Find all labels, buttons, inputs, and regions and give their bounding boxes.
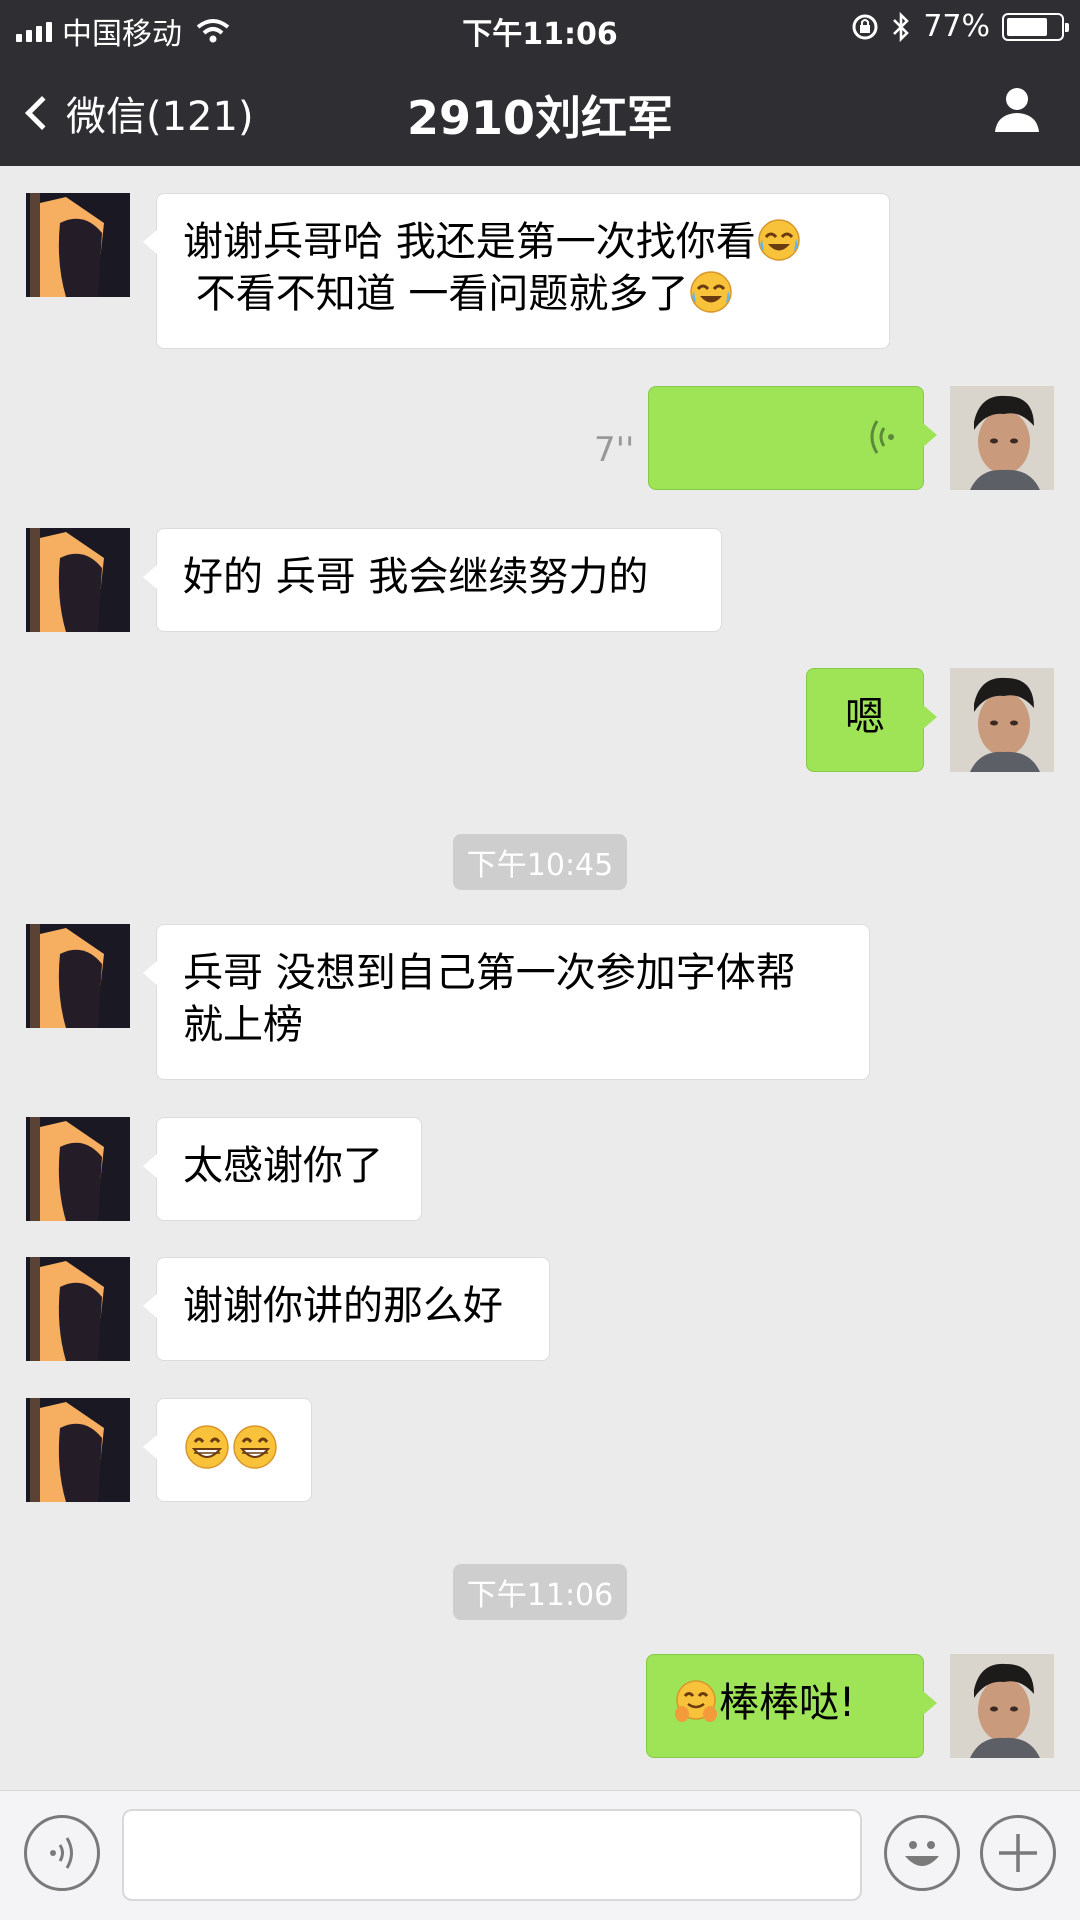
nav-bar: 微信(121) 2910刘红军	[0, 54, 1080, 166]
my-avatar[interactable]	[950, 668, 1054, 772]
avatar-image	[26, 193, 130, 297]
avatar-image	[26, 924, 130, 1028]
message-text: 太感谢你了	[183, 1143, 383, 1189]
more-button[interactable]	[980, 1815, 1056, 1891]
top-bar: 中国移动 下午11:06 77% 微信(121) 2910刘红军	[0, 0, 1080, 166]
friend-avatar[interactable]	[26, 1398, 130, 1502]
status-right: 77%	[851, 9, 1069, 44]
emoji-button[interactable]	[884, 1815, 960, 1891]
message-bubble-incoming[interactable]: 太感谢你了	[143, 1117, 422, 1221]
voice-wave-icon	[870, 420, 894, 454]
message-bubble-incoming[interactable]: 兵哥 没想到自己第一次参加字体帮 就上榜	[143, 924, 870, 1080]
friend-avatar[interactable]	[26, 1117, 130, 1221]
friend-avatar[interactable]	[26, 193, 130, 297]
message-text: 嗯	[845, 694, 885, 740]
message-bubble-outgoing[interactable]: 嗯	[806, 668, 937, 772]
avatar-image	[26, 1117, 130, 1221]
voice-message-bubble[interactable]	[648, 386, 937, 490]
input-bar	[0, 1790, 1080, 1920]
avatar-image	[26, 1257, 130, 1361]
status-bar: 中国移动 下午11:06 77%	[0, 0, 1080, 54]
message-text: 谢谢你讲的那么好	[183, 1283, 503, 1329]
message-text: 棒棒哒!	[719, 1680, 856, 1726]
grin-icon	[233, 1425, 277, 1469]
my-avatar[interactable]	[950, 386, 1054, 490]
bluetooth-icon	[893, 11, 910, 42]
smiley-icon	[905, 1841, 939, 1866]
avatar-image	[950, 668, 1054, 772]
battery-fill	[1007, 17, 1048, 36]
message-line: 谢谢兵哥哈 我还是第一次找你看	[183, 216, 863, 268]
avatar-image	[26, 528, 130, 632]
voice-input-button[interactable]	[24, 1815, 100, 1891]
message-line: 兵哥 没想到自己第一次参加字体帮	[183, 950, 796, 996]
message-line: 就上榜	[183, 1002, 303, 1048]
message-line: 不看不知道 一看问题就多了	[183, 268, 863, 320]
message-input[interactable]	[122, 1809, 862, 1901]
face-tears-icon	[757, 219, 800, 261]
grin-icon	[185, 1425, 229, 1469]
timestamp: 下午11:06	[0, 1564, 1080, 1620]
message-text: 好的 兵哥 我会继续努力的	[183, 554, 649, 600]
timestamp-text: 下午10:45	[452, 834, 628, 890]
avatar-image	[26, 1398, 130, 1502]
avatar-image	[950, 386, 1054, 490]
message-bubble-incoming[interactable]: 谢谢你讲的那么好	[143, 1257, 550, 1361]
timestamp-text: 下午11:06	[452, 1564, 628, 1620]
timestamp: 下午10:45	[0, 834, 1080, 890]
friend-avatar[interactable]	[26, 1257, 130, 1361]
profile-button[interactable]	[992, 84, 1042, 134]
friend-avatar[interactable]	[26, 924, 130, 1028]
my-avatar[interactable]	[950, 1654, 1054, 1758]
battery-percent: 77%	[923, 9, 990, 44]
face-tears-icon	[690, 271, 733, 313]
friend-avatar[interactable]	[26, 528, 130, 632]
rotation-lock-icon	[852, 14, 878, 39]
avatar-image	[950, 1654, 1054, 1758]
message-bubble-incoming[interactable]: 好的 兵哥 我会继续努力的	[143, 528, 722, 632]
message-bubble-incoming[interactable]	[143, 1398, 312, 1502]
hug-face-icon	[675, 1680, 717, 1722]
voice-icon	[50, 1837, 73, 1869]
battery-icon	[1002, 12, 1069, 41]
plus-icon	[999, 1834, 1037, 1872]
message-bubble-outgoing[interactable]: 棒棒哒!	[646, 1654, 937, 1758]
voice-duration: 7''	[594, 430, 635, 470]
chat-area[interactable]: 谢谢兵哥哈 我还是第一次找你看 不看不知道 一看问题就多了 7'' 好的 兵哥 …	[0, 166, 1080, 1790]
chat-title: 2910刘红军	[406, 91, 674, 145]
message-bubble-incoming[interactable]: 谢谢兵哥哈 我还是第一次找你看 不看不知道 一看问题就多了	[143, 193, 890, 349]
